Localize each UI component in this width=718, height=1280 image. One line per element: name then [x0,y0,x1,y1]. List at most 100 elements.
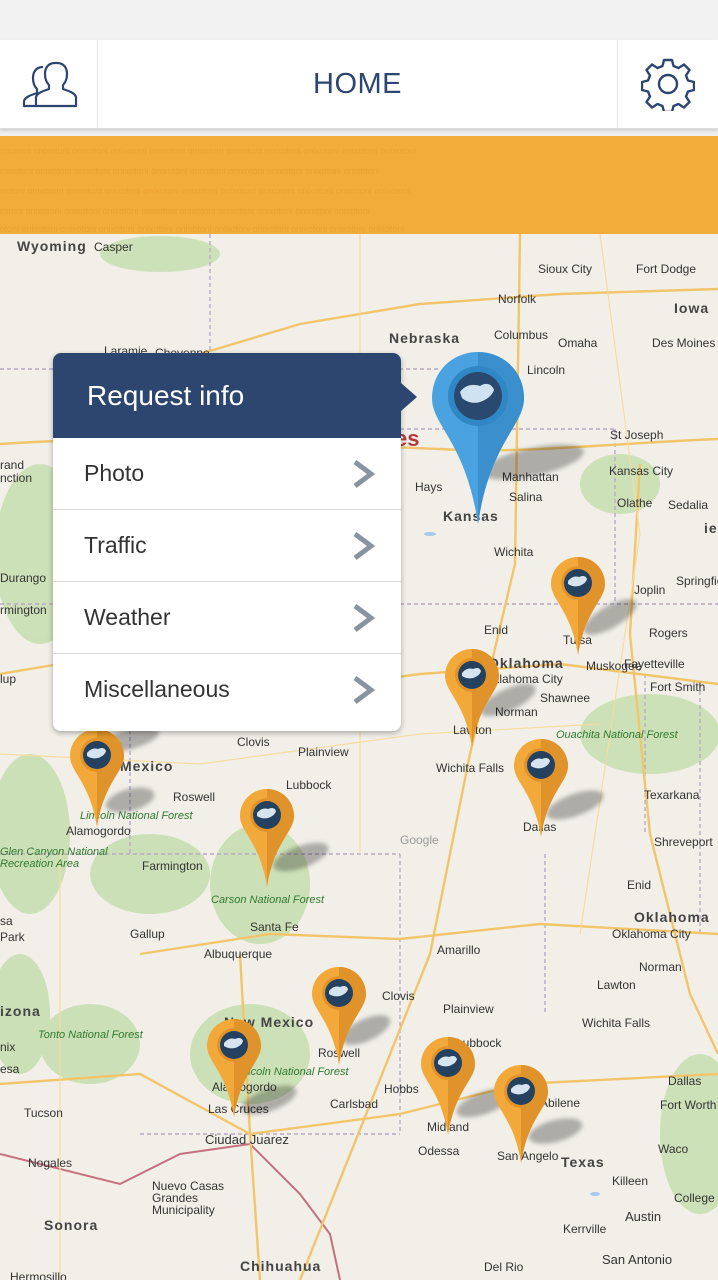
chevron-right-icon [353,460,376,488]
map-label-iowa: Iowa [674,300,710,316]
request-info-popup: Request info Photo Traffic Weather Misce… [53,353,417,731]
map-label: College St [674,1191,718,1205]
users-button[interactable] [0,40,98,128]
popup-title: Request info [87,380,245,411]
map-label: Durango [0,571,47,585]
map-label-forest: Tonto National Forest [38,1029,143,1041]
map-label-mexico: Mexico [120,758,174,774]
map-label: Wichita Falls [582,1016,651,1030]
location-pin[interactable] [239,788,295,888]
map-label: Kerrville [563,1222,607,1236]
selected-location-pin[interactable] [430,350,526,526]
map-label: Joplin [634,583,666,597]
map-label: Fort Smith [650,680,706,694]
map-label: Santa Fe [250,920,299,934]
map-label-forest: Ouachita National Forest [556,729,678,741]
location-pin[interactable] [513,738,569,838]
promo-banner: nixotoni onixotoni onixotoni onixotoni o… [0,136,718,234]
popup-header: Request info [53,353,417,438]
map-label: Wichita [494,545,534,559]
map-label: Lawton [597,978,636,992]
map-label-nebraska: Nebraska [389,330,461,346]
map-label: Lincoln [527,363,566,377]
map-label: nix [0,1040,16,1054]
menu-item-label: Traffic [84,532,147,558]
map-label: rand [0,458,25,472]
map-label: San Antonio [602,1252,673,1267]
page-title: HOME [313,68,402,100]
location-pin[interactable] [493,1064,549,1164]
map-label: Fayetteville [624,657,685,671]
location-pin[interactable] [311,966,367,1066]
status-bar [0,0,718,40]
map-label: Roswell [173,790,216,804]
map-label: rmington [0,603,47,617]
map-label: Del Rio [484,1260,524,1274]
map-label: ie [704,520,718,536]
map-label: nction [0,471,33,485]
location-pin[interactable] [69,728,125,828]
map-label: Rogers [649,626,688,640]
location-pin[interactable] [420,1036,476,1136]
svg-text:nixotoni onixotoni onixotoni: nixotoni onixotoni onixotoni onixotoni o… [0,224,404,234]
map-label: Fort Worth [660,1098,717,1112]
location-pin[interactable] [206,1018,262,1118]
map-label-texas: Texas [561,1154,605,1170]
map-label: Dallas [668,1074,702,1088]
map-label: Enid [484,623,509,637]
map-label: Plainview [298,745,349,759]
menu-item-miscellaneous[interactable]: Miscellaneous [53,653,401,725]
users-icon [22,61,77,108]
menu-item-label: Weather [84,604,171,630]
map-label: Tucson [24,1106,63,1120]
map-label: Columbus [494,328,549,342]
svg-text:toni onixotoni onixotoni on: toni onixotoni onixotoni onixotoni onixo… [0,166,380,176]
map-label: Shreveport [654,835,713,849]
menu-item-weather[interactable]: Weather [53,581,401,653]
menu-item-photo[interactable]: Photo [53,438,401,509]
map-label: Killeen [612,1174,649,1188]
map-label-oklahoma-state: Oklahoma [634,909,710,925]
chevron-right-icon [353,532,376,560]
map-label-arizona: izona [0,1003,41,1019]
map-label-forest: Glen Canyon National Recreation Area [0,846,108,870]
map-label: Olathe [617,496,653,510]
map-label: Farmington [142,859,203,873]
location-pin[interactable] [444,648,500,748]
map-label: Clovis [382,989,415,1003]
map-label: St Joseph [610,428,664,442]
map-label-wyoming: Wyoming [17,238,87,254]
map-label: Casper [94,240,133,254]
map-label: Norfolk [498,292,537,306]
map-label: lup [0,672,17,686]
map-label: Fort Dodge [636,262,697,276]
map-label: Omaha [558,336,598,350]
map-label: Hobbs [384,1082,419,1096]
svg-text:toni onixotoni onixotoni on: toni onixotoni onixotoni onixotoni onixo… [0,206,370,216]
map-label: Odessa [418,1144,460,1158]
svg-text:nixotoni onixotoni onixotoni: nixotoni onixotoni onixotoni onixotoni o… [0,186,410,196]
map-label: Park [0,930,25,944]
chevron-right-icon [353,676,376,704]
chevron-right-icon [353,604,376,632]
map-label-sonora: Sonora [44,1217,99,1233]
map-label: Carlsbad [330,1097,379,1111]
map-label: Norman [639,960,682,974]
map-label: Albuquerque [204,947,273,961]
location-pin[interactable] [550,556,606,656]
menu-item-label: Miscellaneous [84,676,230,702]
settings-button[interactable] [617,40,718,128]
menu-item-traffic[interactable]: Traffic [53,509,401,581]
map-label: Waco [658,1142,689,1156]
map-label: Plainview [443,1002,494,1016]
map-label: Shawnee [540,691,591,705]
map-label: Gallup [130,927,165,941]
map-label: Enid [627,878,652,892]
map-label: Kansas City [609,464,674,478]
map-label: Hermosillo [10,1270,67,1280]
map-label: esa [0,1062,20,1076]
map-label: Sedalia [668,498,709,512]
map-label: Springfie [676,574,718,588]
google-watermark: Google [400,833,439,847]
map-label: Clovis [237,735,270,749]
